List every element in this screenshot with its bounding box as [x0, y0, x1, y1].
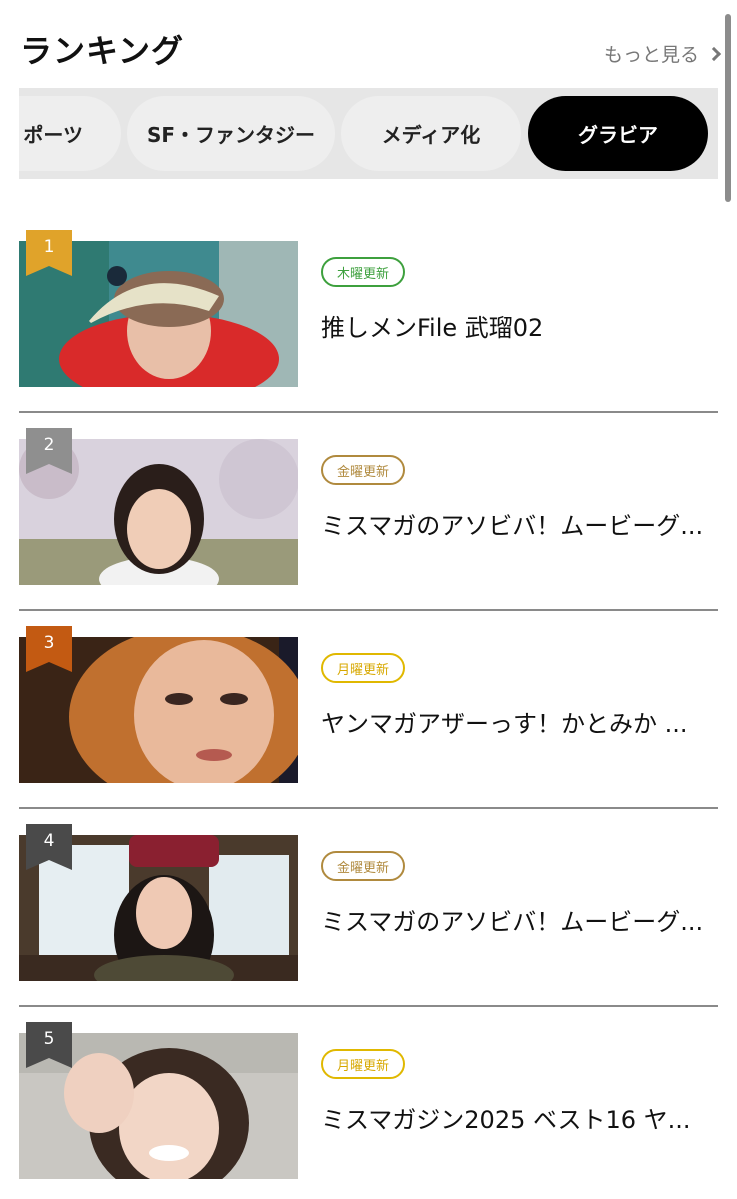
- chevron-right-icon: [706, 46, 722, 61]
- update-day-badge: 金曜更新: [321, 851, 406, 881]
- genre-tabs: ポーツ SF・ファンタジー メディア化 グラビア: [19, 88, 718, 179]
- rank-number: 4: [43, 831, 55, 851]
- ranking-item[interactable]: 4 金曜更新 ミスマガのアソビバ！ムービーグ...: [19, 794, 718, 992]
- rank-number: 1: [43, 237, 55, 257]
- tab-media[interactable]: メディア化: [341, 96, 521, 171]
- tab-sports[interactable]: ポーツ: [19, 96, 121, 171]
- update-day-badge: 金曜更新: [321, 455, 406, 485]
- rank-number: 2: [43, 435, 55, 455]
- tab-gravure[interactable]: グラビア: [528, 96, 708, 171]
- ranking-item[interactable]: 1 木曜更新 推しメンFile 武瑠02: [19, 200, 718, 398]
- rank-ribbon: 5: [26, 1022, 72, 1068]
- update-day-badge: 月曜更新: [321, 653, 406, 683]
- rank-ribbon: 1: [26, 230, 72, 276]
- update-day-badge: 木曜更新: [321, 257, 406, 287]
- rank-number: 5: [43, 1029, 55, 1049]
- ranking-item[interactable]: 5 月曜更新 ミスマガジン2025 ベスト16 ヤ...: [19, 992, 718, 1190]
- ranking-header: ランキング もっと見る: [0, 0, 737, 90]
- item-title[interactable]: ミスマガのアソビバ！ムービーグ...: [321, 902, 716, 937]
- more-link-label: もっと見る: [603, 44, 699, 66]
- more-link[interactable]: もっと見る: [603, 40, 722, 67]
- item-title[interactable]: ミスマガのアソビバ！ムービーグ...: [321, 506, 716, 541]
- ranking-item[interactable]: 2 金曜更新 ミスマガのアソビバ！ムービーグ...: [19, 398, 718, 596]
- rank-ribbon: 2: [26, 428, 72, 474]
- rank-number: 3: [43, 633, 55, 653]
- item-title[interactable]: ヤンマガアザーっす！かとみか ...: [321, 704, 716, 739]
- item-title[interactable]: ミスマガジン2025 ベスト16 ヤ...: [321, 1100, 716, 1135]
- ranking-item[interactable]: 3 月曜更新 ヤンマガアザーっす！かとみか ...: [19, 596, 718, 794]
- scrollbar[interactable]: [725, 14, 731, 202]
- item-title[interactable]: 推しメンFile 武瑠02: [321, 308, 716, 343]
- update-day-badge: 月曜更新: [321, 1049, 406, 1079]
- rank-ribbon: 3: [26, 626, 72, 672]
- page-title: ランキング: [20, 32, 185, 70]
- tab-sf-fantasy[interactable]: SF・ファンタジー: [127, 96, 335, 171]
- rank-ribbon: 4: [26, 824, 72, 870]
